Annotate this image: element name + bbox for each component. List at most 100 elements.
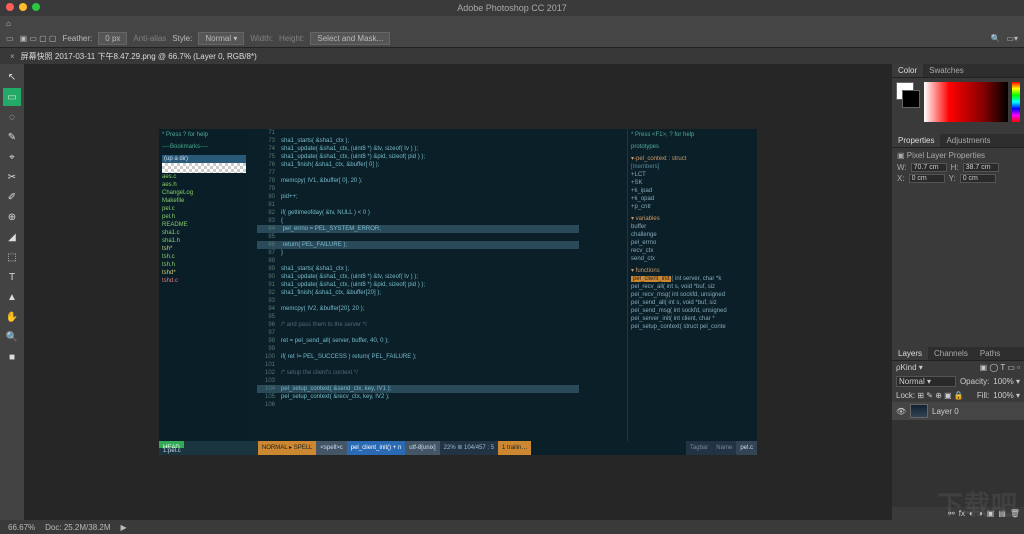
kind-filter[interactable]: ρKind ▾ (896, 363, 923, 372)
tool-5[interactable]: ✂ (3, 168, 21, 186)
opacity-label: Opacity: (960, 377, 989, 386)
code-line: 92sha1_finish( &sha1_ctx, &buffer[20] ); (257, 289, 579, 297)
tool-0[interactable]: ↖ (3, 68, 21, 86)
tab-layers[interactable]: Layers (892, 347, 928, 360)
var-item: send_ctx (631, 255, 754, 263)
feather-input[interactable]: 0 px (98, 32, 127, 45)
status-name: Name (712, 441, 736, 455)
style-label: Style: (172, 34, 192, 43)
struct-label: ▾-pel_context : struct (631, 155, 754, 163)
opacity-input[interactable]: 100% ▾ (993, 377, 1020, 386)
tool-12[interactable]: ✋ (3, 308, 21, 326)
traffic-light-max[interactable] (32, 3, 40, 11)
panels-dock: Color Swatches Properties Adjustments ▣ … (892, 64, 1024, 520)
y-input[interactable] (960, 174, 996, 183)
lock-icons[interactable]: Lock: ⊞ ✎ ⊕ ▣ 🔒 (896, 391, 973, 400)
tool-13[interactable]: 🔍 (3, 328, 21, 346)
tab-close-icon[interactable]: × (10, 52, 15, 61)
background-swatch[interactable] (902, 90, 920, 108)
mode-icons[interactable]: ▣ ▭ ▢ ▢ (20, 34, 57, 43)
code-line: 77 (257, 169, 579, 177)
transparency-strip (162, 163, 246, 173)
tab-properties[interactable]: Properties (892, 134, 940, 147)
code-line: 81 (257, 201, 579, 209)
app-menubar: ⌂ (0, 16, 1024, 30)
layer-thumbnail[interactable] (910, 404, 928, 418)
tool-9[interactable]: ⬚ (3, 248, 21, 266)
code-line: 102/* setup the client's context */ (257, 369, 579, 377)
member-item: +k_opad (631, 195, 754, 203)
status-left-label: 1:pel.c (159, 448, 185, 455)
info-arrow-icon[interactable]: ▶ (121, 523, 127, 532)
var-item: buffer (631, 223, 754, 231)
var-item: recv_ctx (631, 247, 754, 255)
tool-8[interactable]: ◢ (3, 228, 21, 246)
tool-1[interactable]: ▭ (3, 88, 21, 106)
document-canvas: * Press ? for help ----Bookmarks---- (up… (159, 129, 757, 455)
blend-mode-select[interactable]: Normal ▾ (896, 376, 956, 387)
tool-10[interactable]: T (3, 268, 21, 286)
visibility-eye-icon[interactable]: 👁 (896, 407, 906, 416)
doc-tab[interactable]: 屏幕快照 2017-03-11 下午8.47.29.png @ 66.7% (L… (21, 51, 257, 62)
layer-name[interactable]: Layer 0 (932, 407, 959, 416)
status-footer: 66.67% Doc: 25.2M/38.2M ▶ (0, 520, 1024, 534)
tool-3[interactable]: ✎ (3, 128, 21, 146)
file-item: Makefile (162, 197, 246, 205)
select-and-mask-button[interactable]: Select and Mask... (310, 32, 390, 45)
traffic-light-close[interactable] (6, 3, 14, 11)
layer-row[interactable]: 👁 Layer 0 (892, 402, 1024, 420)
code-line: 100if( ret != PEL_SUCCESS ) return( PEL_… (257, 353, 579, 361)
marquee-icon[interactable]: ▭ (6, 34, 14, 43)
canvas-area[interactable]: * Press ? for help ----Bookmarks---- (up… (24, 64, 892, 520)
zoom-readout[interactable]: 66.67% (8, 523, 35, 532)
filter-icons[interactable]: ▣ ◯ T ▭ ▫ (980, 363, 1020, 372)
tab-color[interactable]: Color (892, 64, 923, 77)
w-input[interactable] (911, 163, 947, 172)
hue-bar[interactable] (1012, 82, 1020, 122)
tab-adjustments[interactable]: Adjustments (940, 134, 996, 147)
doc-size-readout[interactable]: Doc: 25.2M/38.2M (45, 523, 110, 532)
search-icon[interactable]: 🔍 (990, 34, 1000, 43)
editor-tagbar-pane: * Press <F1>, ? for help prototypes ▾-pe… (627, 129, 757, 441)
x-input[interactable] (909, 174, 945, 183)
workspace-icon[interactable]: ▭▾ (1006, 34, 1018, 43)
file-item: README (162, 221, 246, 229)
file-item: tsh.h (162, 261, 246, 269)
window-titlebar: Adobe Photoshop CC 2017 (0, 0, 1024, 16)
traffic-light-min[interactable] (19, 3, 27, 11)
file-item: ChangeLog (162, 189, 246, 197)
toolbox: ↖ ▭ ◌ ✎ ⌖ ✂ ✐ ⊕ ◢ ⬚ T ▲ ✋ 🔍 ■ (0, 64, 24, 520)
tool-6[interactable]: ✐ (3, 188, 21, 206)
tool-2[interactable]: ◌ (3, 108, 21, 126)
code-line: 89sha1_starts( &sha1_ctx ); (257, 265, 579, 273)
status-tagbar: Tagbar (686, 441, 712, 455)
y-label: Y: (949, 174, 956, 183)
code-line: 105pel_setup_context( &recv_ctx, key, IV… (257, 393, 579, 401)
code-line: 91sha1_update( &sha1_ctx, (uint8 *) &pid… (257, 281, 579, 289)
tool-4[interactable]: ⌖ (3, 148, 21, 166)
tab-channels[interactable]: Channels (928, 347, 974, 360)
app-title: Adobe Photoshop CC 2017 (457, 3, 567, 13)
code-line: 80pid++; (257, 193, 579, 201)
tab-swatches[interactable]: Swatches (923, 64, 970, 77)
antialias-checkbox[interactable]: Anti-alias (133, 34, 166, 43)
file-item: aes.h (162, 181, 246, 189)
fill-input[interactable]: 100% ▾ (993, 391, 1020, 400)
status-left-file (184, 441, 258, 455)
tool-7[interactable]: ⊕ (3, 208, 21, 226)
editor-file-pane: * Press ? for help ----Bookmarks---- (up… (159, 129, 249, 441)
color-spectrum[interactable] (924, 82, 1008, 122)
style-select[interactable]: Normal ▾ (198, 32, 244, 45)
tool-14[interactable]: ■ (3, 348, 21, 366)
layers-panel-tabs: Layers Channels Paths (892, 347, 1024, 361)
tab-paths[interactable]: Paths (974, 347, 1006, 360)
code-line: 84 pel_errno = PEL_SYSTEM_ERROR; (257, 225, 579, 233)
var-item: challenge (631, 231, 754, 239)
code-line: 96/* and pass them to the server */ (257, 321, 579, 329)
code-line: 106 (257, 401, 579, 409)
home-icon[interactable]: ⌂ (6, 19, 11, 28)
code-line: 74sha1_update( &sha1_ctx, (uint8 *) &tv,… (257, 145, 579, 153)
h-input[interactable] (963, 163, 999, 172)
members-label: [members] (631, 163, 754, 171)
tool-11[interactable]: ▲ (3, 288, 21, 306)
